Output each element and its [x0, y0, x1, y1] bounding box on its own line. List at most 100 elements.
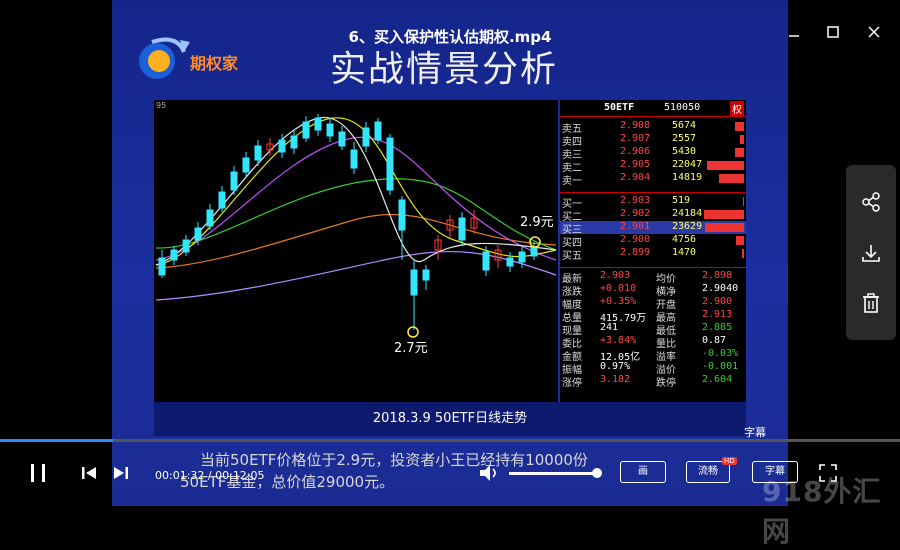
bid-price: 2.900: [620, 234, 651, 245]
previous-icon[interactable]: [80, 465, 98, 481]
bid-volume-bar: [743, 197, 744, 206]
stat-v2: 2.604: [702, 374, 733, 385]
ask-row: 卖三 2.906 5430: [560, 146, 746, 161]
quote-tag: 权: [730, 101, 744, 116]
ask-volume: 5674: [672, 120, 697, 131]
volume-slider[interactable]: [509, 472, 599, 475]
stat-v2: -0.03%: [702, 348, 739, 359]
bid-price: 2.901: [620, 221, 651, 232]
bid-row: 买一 2.903 519: [560, 195, 746, 210]
candlestick-chart: 95 2.9元 2.7元: [154, 100, 558, 402]
ask-volume: 22047: [672, 159, 703, 170]
candle-body: [410, 269, 418, 296]
ask-row: 卖二 2.905 22047: [560, 159, 746, 174]
speed-badge: HD: [722, 457, 737, 465]
quote-code: 510050: [664, 102, 701, 113]
stat-row: 总量 415.79万 最高 2.913: [560, 309, 746, 324]
quote-header: 50ETF 510050 权: [560, 100, 746, 117]
ask-price: 2.908: [620, 120, 651, 131]
ma-line-white: [155, 117, 557, 266]
title-bar: 6、买入保护性认估期权.mp4: [0, 0, 900, 60]
candle-body: [506, 257, 514, 267]
bid-volume: 4756: [672, 234, 697, 245]
candle-body: [182, 239, 190, 253]
bid-price: 2.899: [620, 247, 651, 258]
ask-volume: 5430: [672, 146, 697, 157]
share-icon[interactable]: [856, 187, 886, 217]
ask-volume-bar: [735, 148, 744, 157]
ask-volume: 14819: [672, 172, 703, 183]
candle-body: [206, 209, 214, 227]
volume-icon[interactable]: [479, 463, 501, 483]
bid-volume-bar: [704, 210, 744, 219]
annotation-high: 2.9元: [520, 215, 554, 230]
stat-v2: 2.898: [702, 270, 733, 281]
stat-v2: 2.9040: [702, 283, 739, 294]
candle-body: [338, 131, 346, 147]
candle-body: [350, 149, 358, 169]
ask-volume-bar: [707, 161, 744, 170]
video-title: 6、买入保护性认估期权.mp4: [348, 28, 552, 46]
speed-label: 流畅: [698, 466, 718, 477]
bid-volume: 23629: [672, 221, 703, 232]
quote-name: 50ETF: [604, 102, 635, 113]
ask-volume-bar: [735, 122, 744, 131]
annotation-low: 2.7元: [394, 341, 428, 356]
stat-v1: +0.010: [600, 283, 637, 294]
candle-body: [362, 127, 370, 147]
candle-body: [278, 139, 286, 153]
subtitle-overlay-label: 字幕: [744, 426, 766, 439]
bid-row: 买四 2.900 4756: [560, 234, 746, 249]
progress-fill: [0, 439, 114, 442]
stat-v2: 2.885: [702, 322, 733, 333]
time-separator: /: [204, 469, 216, 482]
candle-body: [374, 121, 382, 141]
maximize-icon[interactable]: [819, 18, 847, 46]
ask-price: 2.906: [620, 146, 651, 157]
candle-body: [242, 157, 250, 173]
candle-body: [218, 191, 226, 209]
pip-button[interactable]: 画: [620, 461, 666, 483]
candle-body: [290, 135, 298, 149]
next-icon[interactable]: [112, 465, 130, 481]
quote-panel: 50ETF 510050 权 卖五 2.908 5674 卖四 2.907 2557 卖三 2…: [560, 100, 746, 402]
bid-volume-bar: [736, 236, 744, 245]
candle-body: [398, 199, 406, 231]
stat-v1: 2.903: [600, 270, 631, 281]
minimize-icon[interactable]: [780, 18, 808, 46]
volume-knob[interactable]: [592, 468, 602, 478]
stat-row: 委比 +3.84% 量比 0.87: [560, 335, 746, 350]
pause-icon[interactable]: [26, 461, 50, 485]
ask-row: 卖四 2.907 2557: [560, 133, 746, 148]
candle-body: [518, 251, 526, 263]
stat-v1: +3.84%: [600, 335, 637, 346]
ma-line-green: [155, 178, 557, 251]
stat-row: 金额 12.05亿 溢率 -0.03%: [560, 348, 746, 363]
current-time: 00:01:32: [155, 469, 205, 482]
stat-v1: 3.182: [600, 374, 631, 385]
candlestick-svg: 95 2.9元 2.7元: [155, 101, 557, 356]
ask-price: 2.907: [620, 133, 651, 144]
candle-body: [482, 251, 490, 271]
download-icon[interactable]: [856, 238, 886, 268]
stat-v2: 2.913: [702, 309, 733, 320]
book-divider: [560, 192, 746, 193]
candle-body: [254, 145, 262, 161]
bid-volume: 24184: [672, 208, 703, 219]
bid-volume-bar: [705, 223, 744, 232]
ask-row: 卖五 2.908 5674: [560, 120, 746, 135]
stats-divider: [560, 267, 746, 268]
candle-body: [458, 217, 466, 241]
corner-label: 95: [156, 101, 166, 110]
ask-volume-bar: [719, 174, 744, 183]
ask-volume: 2557: [672, 133, 697, 144]
candle-body: [158, 257, 166, 276]
stat-v1: +0.35%: [600, 296, 637, 307]
trash-icon[interactable]: [856, 288, 886, 318]
side-action-panel: [846, 165, 896, 340]
stat-l2: 跌停: [656, 378, 676, 389]
bid-price: 2.903: [620, 195, 651, 206]
close-icon[interactable]: [860, 18, 888, 46]
bid-volume: 1470: [672, 247, 697, 258]
time-display: 00:01:32 / 00:12:05: [155, 469, 265, 482]
